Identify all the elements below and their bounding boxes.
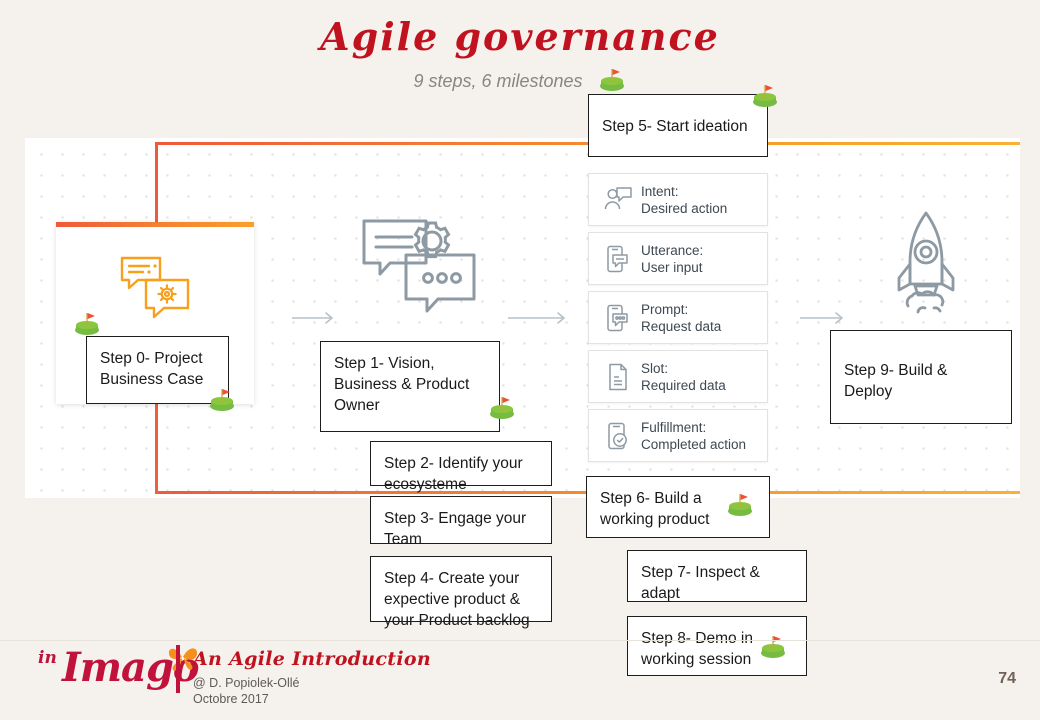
footer-author: @ D. Popiolek-Ollé bbox=[193, 676, 300, 690]
page-subtitle: 9 steps, 6 milestones bbox=[0, 66, 1040, 97]
info-card-fulfillment: Fulfillment: Completed action bbox=[588, 409, 768, 462]
info-card-title: Slot: bbox=[641, 360, 669, 376]
info-card-desc: Desired action bbox=[641, 200, 728, 216]
footer-credits: @ D. Popiolek-Ollé Octobre 2017 bbox=[193, 676, 299, 707]
info-card-desc: Request data bbox=[641, 318, 722, 334]
page-title: Agile governance bbox=[320, 14, 720, 59]
footer-title: An Agile Introduction bbox=[193, 648, 431, 670]
chat-bubbles-gear-icon bbox=[360, 215, 480, 325]
page-number: 74 bbox=[998, 670, 1016, 687]
chat-gear-icon bbox=[116, 248, 194, 331]
footer-accent-bar bbox=[176, 645, 180, 693]
phone-message-icon bbox=[598, 244, 638, 274]
info-card-desc: Completed action bbox=[641, 436, 747, 452]
rocket-icon bbox=[888, 208, 964, 328]
step-box-step-1[interactable]: Step 1- Vision, Business & Product Owner bbox=[320, 341, 500, 432]
phone-check-icon bbox=[598, 421, 638, 451]
info-card-desc: User input bbox=[641, 259, 703, 275]
info-card-desc: Required data bbox=[641, 377, 726, 393]
card-accent-bar bbox=[56, 222, 254, 227]
golf-flag-icon-step0-start bbox=[72, 310, 102, 341]
info-card-utterance: Utterance: User input bbox=[588, 232, 768, 285]
document-icon bbox=[598, 362, 638, 392]
arrow-right-icon-1 bbox=[291, 311, 336, 330]
step-box-step-3[interactable]: Step 3- Engage your Team bbox=[370, 496, 552, 548]
footer-date: Octobre 2017 bbox=[193, 691, 269, 706]
info-card-slot: Slot: Required data bbox=[588, 350, 768, 403]
page-subtitle-text: 9 steps, 6 milestones bbox=[413, 71, 583, 91]
golf-flag-icon bbox=[597, 66, 627, 97]
golf-flag-icon-step5 bbox=[750, 82, 780, 113]
info-card-title: Prompt: bbox=[641, 301, 689, 317]
golf-flag-icon-step8 bbox=[758, 633, 788, 664]
footer-divider bbox=[0, 640, 1040, 641]
golf-flag-icon-step1 bbox=[487, 394, 517, 425]
info-card-intent: Intent: Desired action bbox=[588, 173, 768, 226]
info-card-title: Utterance: bbox=[641, 242, 704, 258]
person-speech-icon bbox=[598, 185, 638, 215]
info-card-title: Fulfillment: bbox=[641, 419, 707, 435]
step-box-step-7[interactable]: Step 7- Inspect & adapt bbox=[627, 550, 807, 602]
phone-prompt-icon bbox=[598, 303, 638, 333]
step-box-step-9[interactable]: Step 9- Build & Deploy bbox=[830, 330, 1012, 424]
info-card-title: Intent: bbox=[641, 183, 679, 199]
step-box-step-4[interactable]: Step 4- Create your expective product & … bbox=[370, 556, 552, 629]
logo-in-text: in bbox=[38, 648, 57, 668]
step-box-step-2[interactable]: Step 2- Identify your ecosysteme bbox=[370, 441, 552, 493]
golf-flag-icon-step6 bbox=[725, 491, 755, 522]
arrow-right-icon-2 bbox=[507, 311, 568, 330]
golf-flag-icon-step0-end bbox=[207, 386, 237, 417]
info-card-prompt: Prompt: Request data bbox=[588, 291, 768, 344]
step-box-step-5[interactable]: Step 5- Start ideation bbox=[588, 94, 768, 157]
arrow-right-icon-3 bbox=[799, 311, 846, 330]
